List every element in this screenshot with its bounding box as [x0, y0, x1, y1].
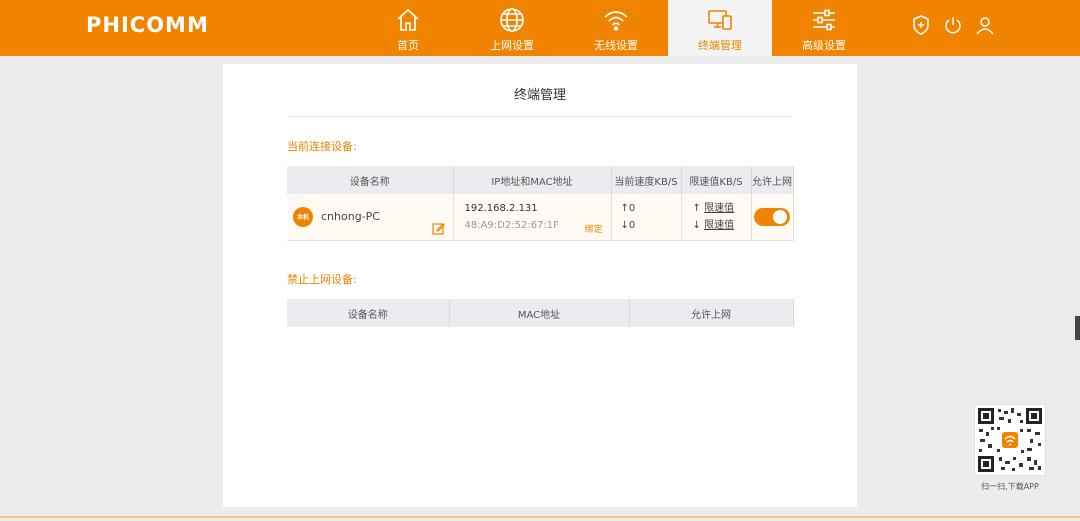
globe-icon	[500, 8, 524, 32]
allow-internet-toggle[interactable]	[753, 207, 790, 226]
nav-label-home: 首页	[397, 39, 419, 52]
top-navigation-bar: PHICOMM 首页 上网设置 无线设置 终端管理 高级设置	[0, 0, 1080, 56]
qr-code-icon	[978, 408, 1042, 472]
blocked-devices-heading: 禁止上网设备:	[287, 273, 357, 286]
nav-item-internet[interactable]: 上网设置	[460, 0, 564, 56]
upload-limit-link[interactable]: 限速值	[704, 203, 734, 214]
column-header-speed-limit: 限速值KB/S	[680, 166, 752, 194]
toggle-knob	[772, 209, 787, 224]
column-header-ip-mac: IP地址和MAC地址	[452, 166, 612, 194]
download-limit-link[interactable]: 限速值	[704, 220, 734, 231]
device-ip-address: 192.168.2.131	[464, 202, 538, 214]
column-header-device-name: 设备名称	[287, 299, 450, 327]
nav-label-internet: 上网设置	[490, 39, 534, 52]
column-header-allow-internet: 允许上网	[628, 299, 794, 327]
nav-label-devices: 终端管理	[698, 39, 742, 52]
nav-item-advanced[interactable]: 高级设置	[772, 0, 876, 56]
device-name: cnhong-PC	[321, 210, 380, 224]
upload-speed: ↑0	[620, 202, 636, 214]
nav-label-wireless: 无线设置	[594, 39, 638, 52]
bottom-divider	[0, 516, 1080, 518]
scrollbar-handle[interactable]	[1075, 316, 1080, 340]
connected-devices-table: 设备名称 IP地址和MAC地址 当前速度KB/S 限速值KB/S 允许上网 本机…	[287, 166, 794, 241]
phicomm-logo: PHICOMM	[86, 13, 209, 37]
blocked-devices-table: 设备名称 MAC地址 允许上网	[287, 299, 794, 327]
column-header-mac: MAC地址	[448, 299, 630, 327]
edit-icon[interactable]	[431, 222, 445, 235]
page-title: 终端管理	[287, 84, 793, 117]
table-row: 本机 cnhong-PC 192.168.2.131 48:A9:D2:52:6…	[287, 194, 794, 241]
nav-item-wireless[interactable]: 无线设置	[564, 0, 668, 56]
content-panel: 终端管理 当前连接设备: 设备名称 IP地址和MAC地址 当前速度KB/S 限速…	[223, 64, 857, 507]
power-icon[interactable]	[942, 14, 964, 36]
nav-item-devices[interactable]: 终端管理	[668, 0, 772, 56]
devices-icon	[708, 10, 732, 30]
column-header-allow-internet: 允许上网	[750, 166, 794, 194]
arrow-down-icon: ↓	[692, 219, 701, 231]
nav-item-home[interactable]: 首页	[356, 0, 460, 56]
shield-icon[interactable]	[910, 14, 932, 36]
nav-label-advanced: 高级设置	[802, 39, 846, 52]
app-download-caption: 扫一扫,下载APP	[981, 482, 1039, 491]
app-download-qr-code	[974, 404, 1046, 476]
connected-devices-heading: 当前连接设备:	[287, 140, 357, 153]
sliders-icon	[813, 9, 835, 31]
download-speed: ↓0	[620, 219, 636, 231]
column-header-current-speed: 当前速度KB/S	[610, 166, 682, 194]
bind-button[interactable]: 绑定	[584, 222, 602, 239]
wifi-icon	[604, 11, 628, 31]
column-header-device-name: 设备名称	[287, 166, 454, 194]
home-icon	[397, 8, 419, 31]
this-device-badge: 本机	[293, 206, 313, 227]
main-nav: 首页 上网设置 无线设置 终端管理 高级设置	[356, 0, 876, 56]
arrow-up-icon: ↑	[692, 202, 701, 214]
user-icon[interactable]	[974, 14, 996, 36]
